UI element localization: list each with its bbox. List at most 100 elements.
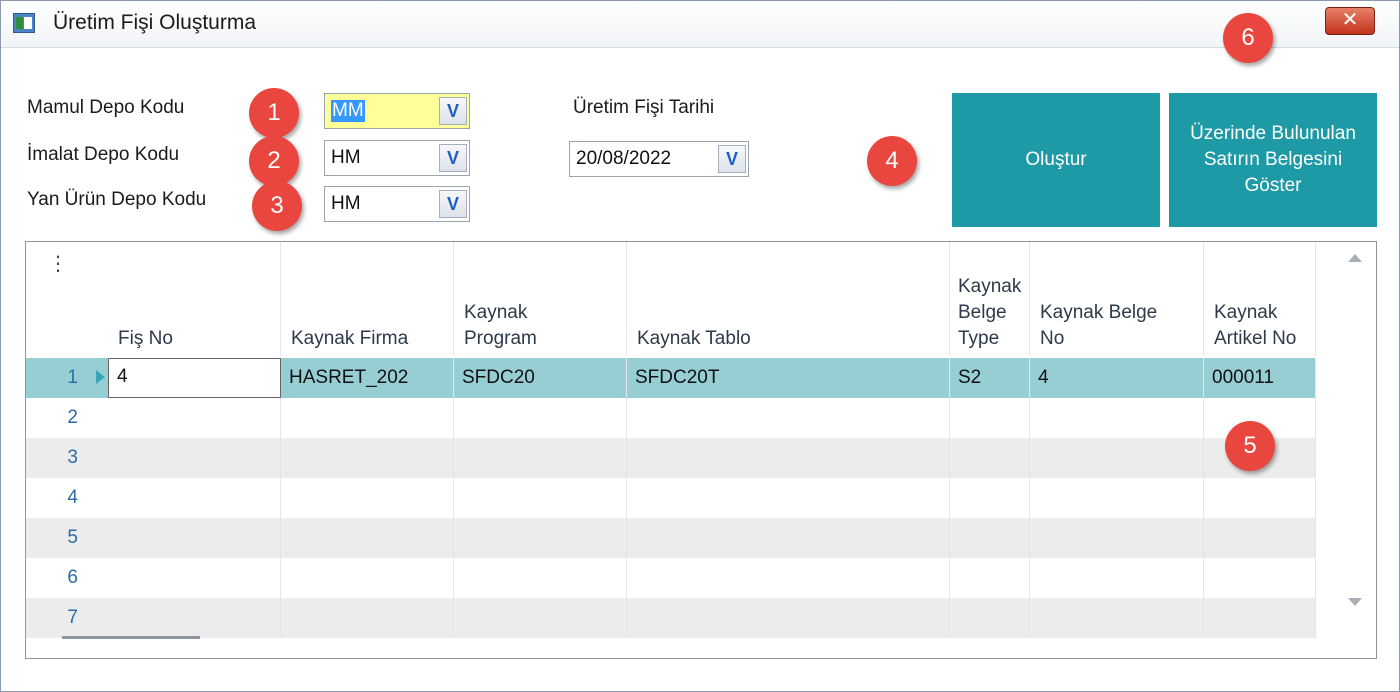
- table-cell[interactable]: [950, 598, 1030, 638]
- yan-urun-depo-combo[interactable]: HM V: [324, 186, 470, 222]
- scroll-down-arrow-icon[interactable]: [1348, 598, 1362, 606]
- table-cell[interactable]: [281, 478, 454, 518]
- table-cell[interactable]: [1030, 598, 1204, 638]
- table-cell[interactable]: [454, 558, 627, 598]
- table-cell[interactable]: SFDC20: [454, 358, 627, 398]
- table-cell[interactable]: [281, 398, 454, 438]
- callout-badge-1: 1: [249, 88, 299, 138]
- imalat-depo-combo[interactable]: HM V: [324, 140, 470, 176]
- column-header[interactable]: Kaynak Firma: [281, 242, 454, 356]
- column-header[interactable]: Kaynak Belge No: [1030, 242, 1204, 356]
- column-header-label: Kaynak Artikel No: [1214, 300, 1296, 352]
- table-cell[interactable]: [1030, 438, 1204, 478]
- table-cell[interactable]: [108, 518, 281, 558]
- horizontal-scrollbar[interactable]: [62, 636, 200, 639]
- table-cell[interactable]: [950, 558, 1030, 598]
- table-cell[interactable]: [108, 398, 281, 438]
- close-button[interactable]: ✕: [1325, 7, 1375, 35]
- uretim-fisi-tarihi-label: Üretim Fişi Tarihi: [573, 97, 715, 118]
- uretim-fisi-window: Üretim Fişi Oluşturma ✕ Mamul Depo Kodu …: [0, 0, 1400, 692]
- column-header-text: Program: [464, 328, 537, 349]
- table-cell[interactable]: S2: [950, 358, 1030, 398]
- table-cell[interactable]: [627, 398, 950, 438]
- table-cell[interactable]: [454, 398, 627, 438]
- column-header[interactable]: Fiş No: [108, 242, 281, 356]
- table-cell[interactable]: [281, 558, 454, 598]
- table-cell[interactable]: [108, 598, 281, 638]
- column-header-text: Kaynak: [464, 302, 528, 323]
- table-cell[interactable]: 4: [108, 358, 281, 398]
- column-header-text: Kaynak Tablo: [637, 328, 751, 349]
- table-cell[interactable]: [950, 438, 1030, 478]
- column-header-text: Artikel No: [1214, 328, 1297, 349]
- table-cell[interactable]: [454, 518, 627, 558]
- column-header[interactable]: Kaynak Program: [454, 242, 627, 356]
- grid-menu-icon[interactable]: ⋮: [48, 254, 68, 274]
- table-cell[interactable]: [1204, 598, 1316, 638]
- mamul-depo-combo[interactable]: MM V: [324, 93, 470, 129]
- table-cell[interactable]: [1030, 518, 1204, 558]
- app-icon: [13, 13, 35, 33]
- table-row[interactable]: 6: [26, 558, 1316, 598]
- table-cell[interactable]: [1030, 398, 1204, 438]
- column-header-label: Fiş No: [118, 326, 173, 352]
- table-cell[interactable]: [627, 518, 950, 558]
- table-cell[interactable]: [950, 518, 1030, 558]
- table-row[interactable]: 7: [26, 598, 1316, 638]
- chevron-down-icon[interactable]: V: [439, 97, 467, 125]
- table-cell[interactable]: [627, 478, 950, 518]
- table-cell[interactable]: [627, 598, 950, 638]
- table-cell[interactable]: [950, 398, 1030, 438]
- column-header-text: Kaynak Firma: [291, 328, 409, 349]
- table-cell[interactable]: HASRET_202: [281, 358, 454, 398]
- scroll-up-arrow-icon[interactable]: [1348, 254, 1362, 262]
- table-cell[interactable]: SFDC20T: [627, 358, 950, 398]
- table-row[interactable]: 4: [26, 478, 1316, 518]
- table-cell[interactable]: [1204, 558, 1316, 598]
- table-cell[interactable]: [1204, 518, 1316, 558]
- table-cell[interactable]: 000011: [1204, 358, 1316, 398]
- table-cell[interactable]: [1030, 478, 1204, 518]
- column-header[interactable]: Kaynak Tablo: [627, 242, 950, 356]
- table-row[interactable]: 5: [26, 518, 1316, 558]
- table-cell[interactable]: [281, 598, 454, 638]
- chevron-down-icon[interactable]: V: [439, 190, 467, 218]
- data-grid[interactable]: ⋮ Fiş No Kaynak Firma Kaynak Program Kaynak …: [25, 241, 1377, 659]
- table-cell[interactable]: [108, 478, 281, 518]
- tarih-date-picker[interactable]: 20/08/2022 V: [569, 141, 749, 177]
- current-row-arrow-icon: [96, 370, 105, 384]
- table-cell[interactable]: [950, 478, 1030, 518]
- table-cell[interactable]: [281, 438, 454, 478]
- window-title: Üretim Fişi Oluşturma: [53, 11, 257, 34]
- table-cell[interactable]: [454, 438, 627, 478]
- column-header-text: Belge: [958, 302, 1007, 323]
- table-row[interactable]: 2: [26, 398, 1316, 438]
- table-cell[interactable]: [454, 598, 627, 638]
- callout-badge-6: 6: [1223, 13, 1273, 63]
- table-row[interactable]: 1 4 HASRET_202 SFDC20 SFDC20T S2 4 000011: [26, 358, 1316, 398]
- table-cell[interactable]: [627, 558, 950, 598]
- table-row[interactable]: 3: [26, 438, 1316, 478]
- column-header-label: Kaynak Belge No: [1040, 300, 1157, 352]
- table-cell[interactable]: [454, 478, 627, 518]
- chevron-down-icon[interactable]: V: [718, 145, 746, 173]
- callout-badge-5: 5: [1225, 421, 1275, 471]
- table-cell[interactable]: [108, 558, 281, 598]
- chevron-down-icon[interactable]: V: [439, 144, 467, 172]
- table-cell[interactable]: [627, 438, 950, 478]
- table-cell[interactable]: [1204, 478, 1316, 518]
- table-cell[interactable]: 4: [1030, 358, 1204, 398]
- goster-button[interactable]: Üzerinde Bulunulan Satırın Belgesini Gös…: [1169, 93, 1377, 227]
- column-header[interactable]: Kaynak Artikel No: [1204, 242, 1316, 356]
- imalat-depo-value: HM: [331, 147, 361, 168]
- row-number: 3: [67, 447, 78, 468]
- table-cell[interactable]: [108, 438, 281, 478]
- column-header-label: Kaynak Firma: [291, 326, 408, 352]
- mamul-depo-label: Mamul Depo Kodu: [27, 97, 185, 118]
- column-header[interactable]: Kaynak Belge Type: [950, 242, 1030, 356]
- callout-badge-2: 2: [249, 136, 299, 186]
- olustur-button[interactable]: Oluştur: [952, 93, 1160, 227]
- table-cell[interactable]: [281, 518, 454, 558]
- tarih-value: 20/08/2022: [576, 148, 672, 169]
- table-cell[interactable]: [1030, 558, 1204, 598]
